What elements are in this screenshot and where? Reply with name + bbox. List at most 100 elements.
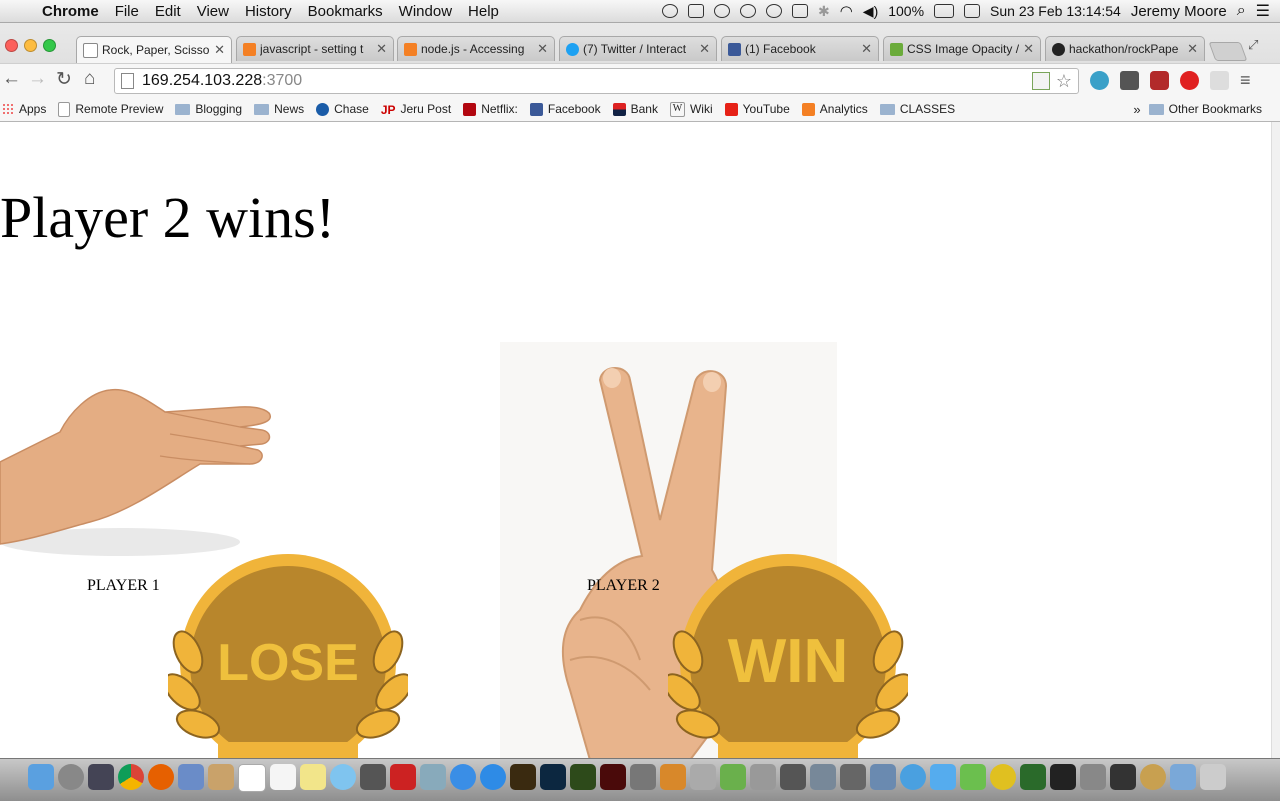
bookmark-netflix[interactable]: Netflix: — [463, 102, 518, 116]
bookmark-bank[interactable]: Bank — [612, 102, 658, 116]
menu-bookmarks[interactable]: Bookmarks — [300, 3, 391, 20]
bookmark-wiki[interactable]: W Wiki — [669, 101, 713, 117]
home-icon[interactable]: ⌂ — [84, 68, 95, 90]
back-icon[interactable]: ← — [2, 68, 21, 90]
tab-css-image-opacity[interactable]: CSS Image Opacity / ✕ — [883, 36, 1041, 61]
photoshop-icon[interactable] — [540, 764, 566, 790]
bookmark-folder-other[interactable]: Other Bookmarks — [1148, 102, 1262, 116]
pocket-extension-icon[interactable] — [1150, 71, 1169, 90]
menu-file[interactable]: File — [107, 3, 147, 20]
bookmark-facebook[interactable]: Facebook — [529, 102, 601, 116]
close-tab-icon[interactable]: ✕ — [699, 41, 710, 57]
reminders-icon[interactable] — [270, 764, 296, 790]
page-info-icon[interactable] — [121, 73, 134, 89]
evernote-extension-icon[interactable] — [1120, 71, 1139, 90]
app-badge-icon[interactable] — [1140, 764, 1166, 790]
rss-icon[interactable] — [1031, 72, 1050, 90]
reload-icon[interactable]: ↻ — [56, 68, 72, 91]
numbers-icon[interactable] — [720, 764, 746, 790]
trash-icon[interactable] — [1200, 764, 1226, 790]
address-bar[interactable]: 169.254.103.228:3700 ☆ — [114, 68, 1079, 94]
photo-booth-icon[interactable] — [390, 764, 416, 790]
bookmark-analytics[interactable]: Analytics — [801, 102, 868, 116]
tools-icon[interactable] — [840, 764, 866, 790]
tab-nodejs[interactable]: node.js - Accessing ✕ — [397, 36, 555, 61]
bookmark-folder-news[interactable]: News — [254, 102, 304, 116]
app-store-icon[interactable] — [480, 764, 506, 790]
itunes-icon[interactable] — [450, 764, 476, 790]
battery-icon[interactable] — [934, 4, 955, 18]
close-tab-icon[interactable]: ✕ — [214, 42, 225, 58]
new-tab-button[interactable] — [1208, 42, 1248, 61]
user-name[interactable]: Jeremy Moore — [1131, 3, 1227, 20]
activity-chart-icon[interactable] — [1020, 764, 1046, 790]
menu-history[interactable]: History — [237, 3, 300, 20]
calculator-icon[interactable] — [750, 764, 776, 790]
menu-view[interactable]: View — [189, 3, 237, 20]
menu-edit[interactable]: Edit — [147, 3, 189, 20]
bookmark-chase[interactable]: Chase — [316, 102, 369, 116]
menu-window[interactable]: Window — [391, 3, 460, 20]
tab-github-hackathon[interactable]: hackathon/rockPape ✕ — [1045, 36, 1205, 61]
flash-icon[interactable] — [600, 764, 626, 790]
bookmark-remote-preview[interactable]: Remote Preview — [58, 101, 163, 117]
spotlight-search-icon[interactable]: ⌕ — [1237, 2, 1246, 20]
battery-percent[interactable]: 100% — [888, 3, 924, 19]
messages-icon[interactable] — [739, 4, 756, 18]
iphoto-icon[interactable] — [420, 764, 446, 790]
lock-icon[interactable] — [791, 4, 808, 18]
forward-icon[interactable]: → — [28, 68, 47, 90]
network-icon[interactable] — [810, 764, 836, 790]
tab-javascript[interactable]: javascript - setting t ✕ — [236, 36, 394, 61]
time-machine-icon[interactable] — [713, 4, 730, 18]
zoom-window-button[interactable] — [43, 39, 56, 52]
automator-icon[interactable] — [1080, 764, 1106, 790]
bookmark-apps[interactable]: Apps — [2, 102, 46, 116]
network-utility-icon[interactable] — [870, 764, 896, 790]
finder-icon[interactable] — [28, 764, 54, 790]
close-tab-icon[interactable]: ✕ — [861, 41, 872, 57]
launchpad-icon[interactable] — [58, 764, 84, 790]
stop-extension-icon[interactable] — [1180, 71, 1199, 90]
menu-app-name[interactable]: Chrome — [34, 3, 107, 20]
bookmark-youtube[interactable]: YouTube — [724, 102, 790, 116]
messages-icon[interactable] — [330, 764, 356, 790]
safari-icon[interactable] — [900, 764, 926, 790]
illustrator-icon[interactable] — [510, 764, 536, 790]
app-w-icon[interactable] — [990, 764, 1016, 790]
notification-center-icon[interactable]: ☰ — [1256, 1, 1270, 21]
facetime-icon[interactable] — [360, 764, 386, 790]
close-window-button[interactable] — [5, 39, 18, 52]
system-preferences-icon[interactable] — [630, 764, 656, 790]
chrome-menu-icon[interactable]: ≡ — [1240, 71, 1251, 90]
creative-cloud-icon[interactable] — [661, 4, 678, 18]
contacts-icon[interactable] — [208, 764, 234, 790]
screenshot-icon[interactable] — [780, 764, 806, 790]
sync-icon[interactable] — [765, 4, 782, 18]
dreamweaver-icon[interactable] — [570, 764, 596, 790]
close-tab-icon[interactable]: ✕ — [1187, 41, 1198, 57]
terminal-icon[interactable] — [1050, 764, 1076, 790]
close-tab-icon[interactable]: ✕ — [1023, 41, 1034, 57]
wifi-icon[interactable]: ◠ — [840, 2, 853, 20]
script-editor-icon[interactable] — [690, 764, 716, 790]
volume-icon[interactable]: ◀) — [863, 3, 878, 20]
evernote-icon[interactable] — [960, 764, 986, 790]
menu-help[interactable]: Help — [460, 3, 507, 20]
twitter-icon[interactable] — [930, 764, 956, 790]
calendar-icon[interactable] — [964, 4, 981, 18]
minimize-window-button[interactable] — [24, 39, 37, 52]
extension-m-icon[interactable] — [1090, 71, 1109, 90]
downloads-folder-icon[interactable] — [1170, 764, 1196, 790]
bluetooth-icon[interactable]: ✱ — [818, 3, 830, 20]
bookmark-star-icon[interactable]: ☆ — [1056, 71, 1072, 92]
fullscreen-icon[interactable]: ⤢ — [1248, 37, 1258, 53]
bookmarks-overflow-chevron[interactable]: » — [1133, 102, 1140, 117]
chrome-icon[interactable] — [118, 764, 144, 790]
keynote-icon[interactable] — [660, 764, 686, 790]
notes-icon[interactable] — [300, 764, 326, 790]
activity-monitor-icon[interactable] — [1110, 764, 1136, 790]
page-scrollbar[interactable] — [1271, 122, 1280, 758]
mission-control-icon[interactable] — [88, 764, 114, 790]
bookmark-folder-blogging[interactable]: Blogging — [175, 102, 242, 116]
